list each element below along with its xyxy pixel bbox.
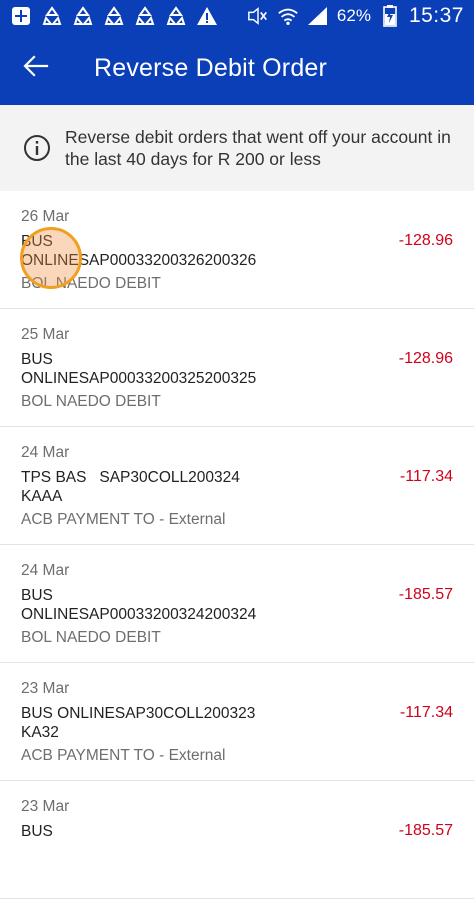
transaction-amount: -128.96 (398, 350, 453, 367)
sync-icon (103, 5, 125, 27)
app-bar: Reverse Debit Order (0, 32, 474, 105)
transaction-item[interactable]: 24 Mar TPS BAS SAP30COLL200324 KAAA ACB … (0, 427, 474, 545)
mute-icon (247, 5, 269, 27)
sync-icon (41, 5, 63, 27)
transaction-item[interactable]: 23 Mar BUS ONLINESAP30COLL200323 KA32 AC… (0, 663, 474, 781)
plus-box-icon (10, 5, 32, 27)
transaction-description: BUS ONLINESAP30COLL200323 KA32 (21, 705, 256, 741)
transaction-amount: -117.34 (399, 468, 453, 485)
transaction-amount: -117.34 (399, 704, 453, 721)
signal-icon (307, 5, 329, 27)
system-icons: 62% 15:37 (247, 4, 464, 28)
notification-icons (10, 5, 218, 27)
transaction-description: BUS ONLINESAP00033200324200324 (21, 587, 257, 623)
transaction-description: BUS (21, 823, 53, 840)
transaction-type: ACB PAYMENT TO - External (21, 511, 226, 528)
transaction-description: BUS ONLINESAP00033200325200325 (21, 351, 257, 387)
page-title: Reverse Debit Order (94, 54, 328, 82)
transaction-amount: -185.57 (398, 822, 453, 839)
transaction-date: 23 Mar (21, 680, 70, 697)
transaction-amount: -128.96 (398, 232, 453, 249)
arrow-left-icon (23, 55, 49, 82)
info-text: Reverse debit orders that went off your … (65, 127, 451, 169)
transaction-item[interactable]: 25 Mar BUS ONLINESAP00033200325200325 BO… (0, 309, 474, 427)
transaction-type: BOL NAEDO DEBIT (21, 629, 161, 646)
transaction-date: 25 Mar (21, 326, 70, 343)
status-bar: 62% 15:37 (0, 0, 474, 32)
transaction-type: BOL NAEDO DEBIT (21, 393, 161, 410)
sync-icon (72, 5, 94, 27)
transaction-date: 24 Mar (21, 444, 70, 461)
transaction-type: ACB PAYMENT TO - External (21, 747, 226, 764)
transaction-description: TPS BAS SAP30COLL200324 KAAA (21, 469, 240, 505)
transaction-date: 24 Mar (21, 562, 70, 579)
transaction-date: 23 Mar (21, 798, 70, 815)
back-button[interactable] (0, 32, 74, 105)
transaction-item[interactable]: 23 Mar BUS -185.57 (0, 781, 474, 899)
info-circle-icon (23, 134, 51, 162)
wifi-icon (277, 5, 299, 27)
sync-icon (165, 5, 187, 27)
transaction-item[interactable]: 24 Mar BUS ONLINESAP00033200324200324 BO… (0, 545, 474, 663)
touch-indicator (20, 227, 82, 289)
battery-percent: 62% (336, 6, 371, 25)
sync-icon (134, 5, 156, 27)
clock: 15:37 (408, 4, 464, 27)
transaction-date: 26 Mar (21, 208, 70, 225)
warning-icon (196, 5, 218, 27)
info-banner: Reverse debit orders that went off your … (0, 105, 474, 191)
battery-charging-icon (379, 5, 401, 27)
transaction-list: 26 Mar BUS ONLINESAP00033200326200326 BO… (0, 191, 474, 899)
transaction-amount: -185.57 (398, 586, 453, 603)
